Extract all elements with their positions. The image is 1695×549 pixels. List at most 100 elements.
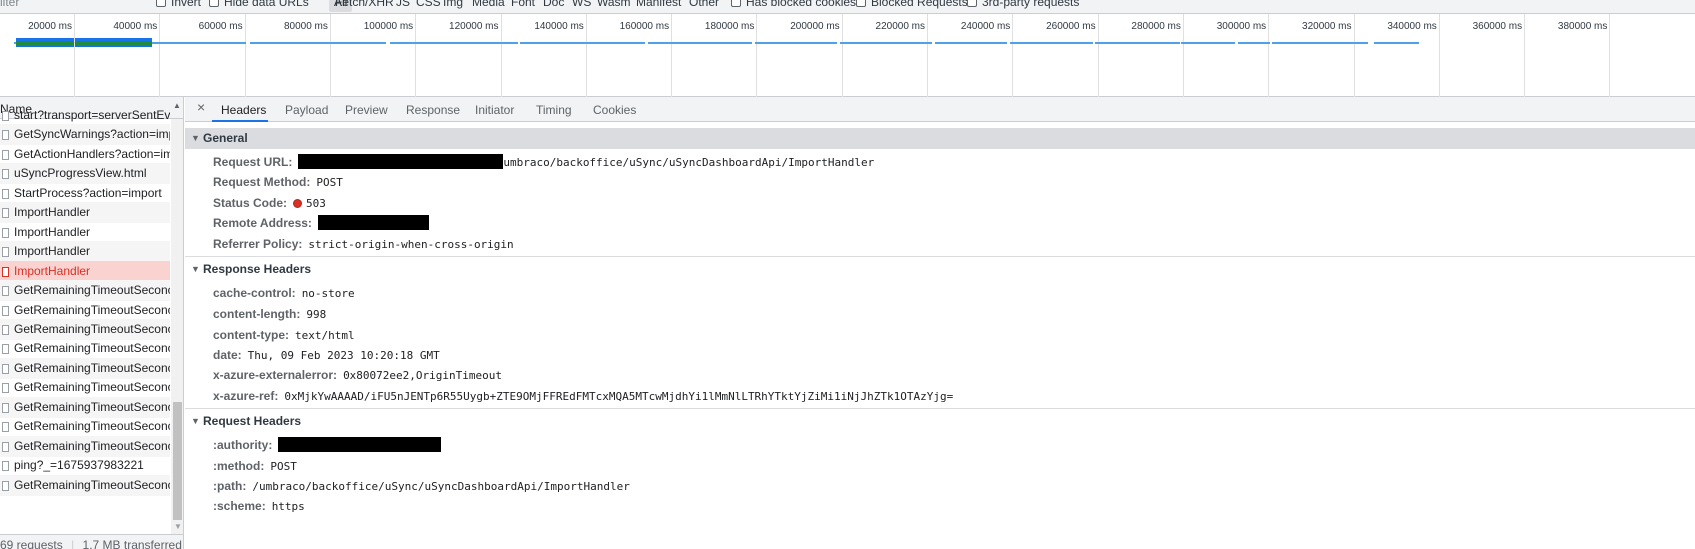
type-filter-doc[interactable]: Doc xyxy=(543,0,564,9)
tab-cookies[interactable]: Cookies xyxy=(593,103,636,117)
request-row[interactable]: GetRemainingTimeoutSeconc xyxy=(0,357,170,379)
type-filter-ws[interactable]: WS xyxy=(572,0,591,9)
timeline-request-bar xyxy=(1181,42,1235,44)
request-name: GetRemainingTimeoutSeconc xyxy=(14,438,170,453)
request-name: GetRemainingTimeoutSeconc xyxy=(14,380,170,395)
header-value: 0xMjkYwAAAAD/iFU5nJENTp6R55Uygb+ZTE9OMjF… xyxy=(284,390,954,403)
timeline-tick-label: 60000 ms xyxy=(198,21,243,32)
request-row[interactable]: GetSyncWarnings?action=imp xyxy=(0,124,170,146)
request-row[interactable]: GetRemainingTimeoutSeconc xyxy=(0,300,170,321)
authority-key: :authority: xyxy=(213,438,273,452)
path-key: :path: xyxy=(213,479,247,493)
referrer-policy-value: strict-origin-when-cross-origin xyxy=(308,238,514,251)
close-icon[interactable]: × xyxy=(197,99,205,115)
timeline-request-bar xyxy=(250,42,386,44)
type-filter-fetch-xhr[interactable]: Fetch/XHR xyxy=(335,0,394,9)
request-name: GetRemainingTimeoutSeconc xyxy=(14,321,170,336)
document-icon xyxy=(2,305,9,316)
timeline-tick-label: 200000 ms xyxy=(790,21,840,32)
request-row[interactable]: GetRemainingTimeoutSeconc xyxy=(0,377,170,398)
request-name: start?transport=serverSentEve xyxy=(14,108,170,122)
document-icon xyxy=(2,130,9,141)
timeline-tick-label: 280000 ms xyxy=(1131,21,1181,32)
request-row[interactable]: GetActionHandlers?action=im xyxy=(0,144,170,165)
type-filter-media[interactable]: Media xyxy=(472,0,505,9)
method-key: :method: xyxy=(213,459,265,473)
request-row[interactable]: GetRemainingTimeoutSeconc xyxy=(0,396,170,418)
tab-payload[interactable]: Payload xyxy=(285,103,328,117)
path-row: :path: /umbraco/backoffice/uSync/uSyncDas… xyxy=(213,477,630,495)
request-row[interactable]: start?transport=serverSentEve xyxy=(0,105,170,126)
filter-input[interactable]: ilter xyxy=(0,0,19,9)
invert-checkbox[interactable]: Invert xyxy=(156,0,201,9)
blocked-requests-checkbox[interactable]: Blocked Requests xyxy=(856,0,968,9)
type-filter-css[interactable]: CSS xyxy=(416,0,441,9)
type-filter-js[interactable]: JS xyxy=(396,0,410,9)
request-row[interactable]: GetRemainingTimeoutSeconc xyxy=(0,474,170,496)
request-row[interactable]: StartProcess?action=import xyxy=(0,183,170,204)
response-header-row: x-azure-externalerror: 0x80072ee2,OriginT… xyxy=(213,366,502,384)
request-row[interactable]: GetRemainingTimeoutSeconc xyxy=(0,338,170,359)
hide-data-urls-checkbox[interactable]: Hide data URLs xyxy=(209,0,309,9)
type-filter-other[interactable]: Other xyxy=(689,0,719,9)
request-row[interactable]: ImportHandler xyxy=(0,260,170,282)
tab-preview[interactable]: Preview xyxy=(345,103,388,117)
response-headers-title: Response Headers xyxy=(203,262,312,276)
header-key: x-azure-ref: xyxy=(213,389,279,403)
scroll-down-arrow-icon[interactable]: ▼ xyxy=(174,522,182,531)
scrollbar-thumb[interactable] xyxy=(173,402,182,520)
request-name: GetRemainingTimeoutSeconc xyxy=(14,419,170,434)
type-filter-img[interactable]: Img xyxy=(443,0,463,9)
request-row[interactable]: GetRemainingTimeoutSeconc xyxy=(0,318,170,340)
active-tab-underline xyxy=(212,120,268,122)
response-headers-section-header[interactable]: ▼ Response Headers xyxy=(185,259,1695,280)
request-row[interactable]: ImportHandler xyxy=(0,222,170,243)
request-count: 69 requests xyxy=(0,538,63,549)
request-headers-section-header[interactable]: ▼ Request Headers xyxy=(185,411,1695,432)
request-detail-pane: × Headers Payload Preview Response Initi… xyxy=(185,97,1695,549)
timeline-request-bar xyxy=(648,42,752,44)
document-icon xyxy=(2,402,9,413)
redacted-remote-address xyxy=(317,215,429,230)
timeline-tick-label: 320000 ms xyxy=(1302,21,1352,32)
timeline-request-bar xyxy=(1374,42,1419,44)
has-blocked-cookies-checkbox[interactable]: Has blocked cookies xyxy=(731,0,856,9)
document-icon xyxy=(2,363,9,374)
type-filter-manifest[interactable]: Manifest xyxy=(636,0,681,9)
general-section-header[interactable]: ▼ General xyxy=(185,128,1695,149)
status-code-row: Status Code: 503 xyxy=(213,194,326,212)
section-divider xyxy=(185,408,1695,409)
document-icon xyxy=(2,286,9,297)
request-row[interactable]: GetRemainingTimeoutSeconc xyxy=(0,435,170,457)
expand-triangle-icon: ▼ xyxy=(191,133,200,143)
tab-headers[interactable]: Headers xyxy=(221,103,266,117)
type-filter-wasm[interactable]: Wasm xyxy=(597,0,631,9)
tab-initiator[interactable]: Initiator xyxy=(475,103,514,117)
request-row[interactable]: ImportHandler xyxy=(0,241,170,263)
response-header-row: x-azure-ref: 0xMjkYwAAAAD/iFU5nJENTp6R55U… xyxy=(213,387,953,405)
request-method-value: POST xyxy=(316,176,343,189)
method-row: :method: POST xyxy=(213,457,297,475)
request-method-row: Request Method: POST xyxy=(213,173,343,191)
network-overview-timeline[interactable]: 20000 ms 40000 ms 60000 ms 80000 ms 100000 m… xyxy=(0,14,1695,97)
timeline-request-bar xyxy=(1238,42,1270,44)
document-icon xyxy=(2,188,9,199)
document-icon xyxy=(2,344,9,355)
request-row[interactable]: uSyncProgressView.html xyxy=(0,163,170,185)
request-row[interactable]: ImportHandler xyxy=(0,202,170,224)
tab-timing[interactable]: Timing xyxy=(536,103,572,117)
response-header-row: content-type: text/html xyxy=(213,326,355,344)
header-value: 998 xyxy=(306,308,327,321)
tab-response[interactable]: Response xyxy=(406,103,460,117)
request-row[interactable]: GetRemainingTimeoutSeconc xyxy=(0,280,170,302)
timeline-tick-label: 180000 ms xyxy=(704,21,755,32)
request-row[interactable]: GetRemainingTimeoutSeconc xyxy=(0,416,170,437)
timeline-tick-label: 360000 ms xyxy=(1472,21,1523,32)
scroll-up-arrow-icon[interactable]: ▲ xyxy=(173,101,181,110)
document-icon xyxy=(2,324,9,335)
request-row[interactable]: ping?_=1675937983221 xyxy=(0,455,170,476)
type-filter-font[interactable]: Font xyxy=(511,0,535,9)
third-party-checkbox[interactable]: 3rd-party requests xyxy=(967,0,1079,9)
request-name: ImportHandler xyxy=(14,205,91,220)
timeline-tick-label: 340000 ms xyxy=(1387,21,1437,32)
